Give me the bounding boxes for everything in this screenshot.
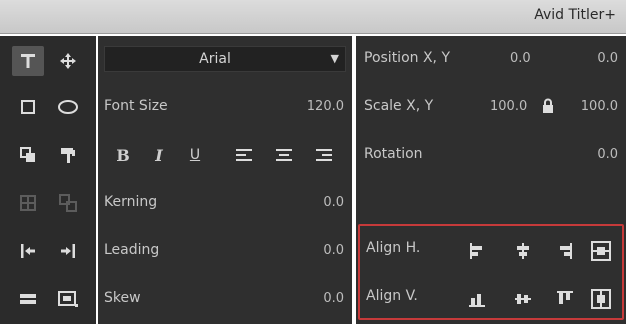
paste-style-button[interactable] [52, 140, 84, 170]
window-title: Avid Titler+ [534, 7, 616, 23]
scale-row: Scale X, Y 100.0 100.0 [356, 94, 626, 120]
align-top-edge-icon [557, 291, 573, 304]
ellipse-tool-icon [58, 100, 78, 114]
font-dropdown[interactable]: Arial ▼ [104, 46, 346, 72]
position-row: Position X, Y 0.0 0.0 [356, 46, 626, 72]
move-tool-icon [60, 53, 76, 69]
align-left-button[interactable] [464, 238, 490, 264]
skew-label: Skew [104, 290, 141, 306]
text-format-row: B I U [98, 142, 352, 168]
kerning-value[interactable]: 0.0 [323, 195, 344, 210]
safe-area-icon [58, 291, 78, 307]
scale-label: Scale X, Y [364, 98, 434, 114]
copy-style-icon [20, 147, 35, 162]
underline-button[interactable]: U [184, 142, 206, 168]
leading-row: Leading 0.0 [98, 238, 352, 264]
align-center-v-button[interactable] [510, 286, 536, 312]
text-tool-button[interactable] [12, 46, 44, 76]
leading-label: Leading [104, 242, 160, 258]
align-left-edge-icon [470, 243, 482, 259]
rotation-label: Rotation [364, 146, 423, 162]
align-v-label: Align V. [366, 288, 418, 304]
send-back-icon [21, 244, 35, 258]
font-dropdown-value: Arial [199, 51, 231, 67]
align-top-button[interactable] [552, 286, 578, 312]
frame-center-horizontal-icon [591, 241, 611, 261]
align-bottom-button[interactable] [464, 286, 490, 312]
move-tool-button[interactable] [52, 46, 84, 76]
rectangle-tool-button[interactable] [12, 92, 44, 122]
align-center-horizontal-icon [517, 243, 529, 259]
paste-style-icon [61, 148, 75, 163]
copy-style-button[interactable] [12, 140, 44, 170]
rotation-value[interactable]: 0.0 [597, 147, 618, 162]
text-tool-icon [21, 54, 35, 68]
bold-button[interactable]: B [112, 142, 134, 168]
align-center-icon [276, 149, 292, 161]
transform-panel: Position X, Y 0.0 0.0 Scale X, Y 100.0 1… [356, 36, 626, 324]
send-back-button[interactable] [12, 236, 44, 266]
align-controls-highlight: Align H. Align V. [358, 224, 624, 320]
group-icon [20, 195, 36, 211]
font-size-label: Font Size [104, 98, 168, 114]
kerning-label: Kerning [104, 194, 158, 210]
bring-front-icon [61, 244, 75, 258]
title-bar: Avid Titler+ [0, 0, 626, 34]
distribute-button[interactable] [12, 284, 44, 314]
center-in-frame-h-button[interactable] [588, 238, 614, 264]
ungroup-button[interactable] [52, 188, 84, 218]
position-label: Position X, Y [364, 50, 451, 66]
safe-area-button[interactable] [52, 284, 84, 314]
skew-row: Skew 0.0 [98, 286, 352, 312]
align-h-label: Align H. [366, 240, 421, 256]
rotation-row: Rotation 0.0 [356, 142, 626, 168]
ellipse-tool-button[interactable] [52, 92, 84, 122]
position-y-value[interactable]: 0.0 [597, 51, 618, 66]
leading-value[interactable]: 0.0 [323, 243, 344, 258]
ungroup-icon [59, 194, 77, 212]
align-left-text-button[interactable] [232, 142, 256, 168]
scale-x-value[interactable]: 100.0 [490, 99, 527, 114]
align-bottom-edge-icon [469, 294, 485, 307]
bring-front-button[interactable] [52, 236, 84, 266]
font-size-row: Font Size 120.0 [98, 94, 352, 120]
align-left-icon [236, 149, 252, 161]
align-right-button[interactable] [552, 238, 578, 264]
group-button[interactable] [12, 188, 44, 218]
position-x-value[interactable]: 0.0 [510, 51, 531, 66]
italic-button[interactable]: I [148, 142, 170, 168]
kerning-row: Kerning 0.0 [98, 190, 352, 216]
chevron-down-icon: ▼ [330, 52, 339, 65]
distribute-icon [20, 294, 36, 304]
align-center-vertical-icon [515, 294, 531, 304]
center-in-frame-v-button[interactable] [588, 286, 614, 312]
frame-center-vertical-icon [591, 289, 611, 309]
tools-panel [0, 36, 96, 324]
align-center-text-button[interactable] [272, 142, 296, 168]
align-right-text-button[interactable] [312, 142, 336, 168]
align-center-h-button[interactable] [510, 238, 536, 264]
rectangle-tool-icon [21, 100, 35, 114]
text-properties-panel: Arial ▼ Font Size 120.0 B I U Kerning 0.… [98, 36, 352, 324]
font-size-value[interactable]: 120.0 [307, 99, 344, 114]
align-right-icon [316, 149, 332, 161]
skew-value[interactable]: 0.0 [323, 291, 344, 306]
align-right-edge-icon [560, 243, 572, 259]
scale-y-value[interactable]: 100.0 [581, 99, 618, 114]
lock-icon[interactable] [542, 98, 554, 118]
